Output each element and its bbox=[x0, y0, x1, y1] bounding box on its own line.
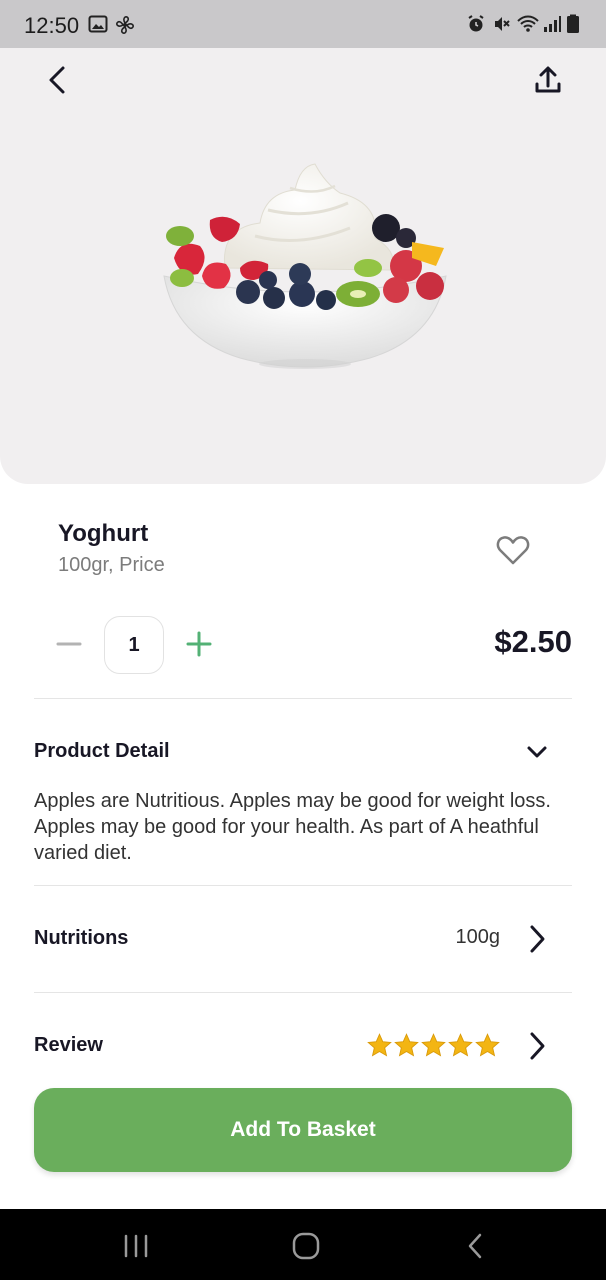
plus-icon bbox=[186, 631, 212, 657]
add-to-basket-button[interactable]: Add To Basket bbox=[34, 1088, 572, 1172]
product-price: $2.50 bbox=[494, 624, 572, 659]
home-button[interactable] bbox=[286, 1229, 326, 1263]
heart-outline-icon bbox=[496, 536, 530, 565]
divider bbox=[34, 885, 572, 886]
increase-quantity-button[interactable] bbox=[184, 626, 214, 662]
chevron-down-icon bbox=[527, 746, 547, 758]
star-icon bbox=[448, 1033, 473, 1057]
star-icon bbox=[421, 1033, 446, 1057]
review-label: Review bbox=[34, 1034, 103, 1056]
share-button[interactable] bbox=[528, 60, 568, 100]
product-image bbox=[163, 163, 447, 369]
nutritions-value: 100g bbox=[455, 926, 501, 948]
product-detail-toggle[interactable] bbox=[522, 740, 552, 764]
star-icon bbox=[475, 1033, 500, 1057]
system-nav-bar bbox=[0, 1209, 606, 1280]
add-to-basket-label: Add To Basket bbox=[230, 1118, 376, 1141]
back-button[interactable] bbox=[38, 60, 78, 100]
status-bar: 12:50 bbox=[0, 0, 606, 48]
signal-icon bbox=[544, 16, 561, 32]
nutritions-label: Nutritions bbox=[34, 927, 129, 949]
chevron-right-icon[interactable] bbox=[522, 1029, 552, 1063]
product-name: Yoghurt bbox=[58, 520, 149, 547]
divider bbox=[34, 698, 572, 699]
review-stars bbox=[366, 1032, 502, 1060]
fan-icon bbox=[116, 16, 134, 34]
quantity-value: 1 bbox=[128, 633, 140, 656]
mute-icon bbox=[495, 17, 510, 31]
image-icon bbox=[88, 15, 108, 33]
battery-icon bbox=[567, 14, 579, 33]
alarm-icon bbox=[468, 15, 484, 32]
chevron-right-icon[interactable] bbox=[522, 922, 552, 956]
wifi-icon bbox=[517, 15, 539, 32]
recent-apps-button[interactable] bbox=[116, 1229, 156, 1263]
system-back-button[interactable] bbox=[456, 1229, 496, 1263]
product-hero bbox=[0, 48, 606, 484]
product-subtitle: 100gr, Price bbox=[58, 554, 165, 576]
product-detail-text: Apples are Nutritious. Apples may be goo… bbox=[34, 790, 551, 864]
favorite-button[interactable] bbox=[494, 532, 532, 568]
product-detail-title: Product Detail bbox=[34, 740, 170, 762]
status-time: 12:50 bbox=[24, 13, 80, 38]
decrease-quantity-button[interactable] bbox=[54, 626, 84, 662]
quantity-field[interactable]: 1 bbox=[104, 616, 164, 674]
star-icon bbox=[394, 1033, 419, 1057]
star-icon bbox=[367, 1033, 392, 1057]
divider bbox=[34, 992, 572, 993]
